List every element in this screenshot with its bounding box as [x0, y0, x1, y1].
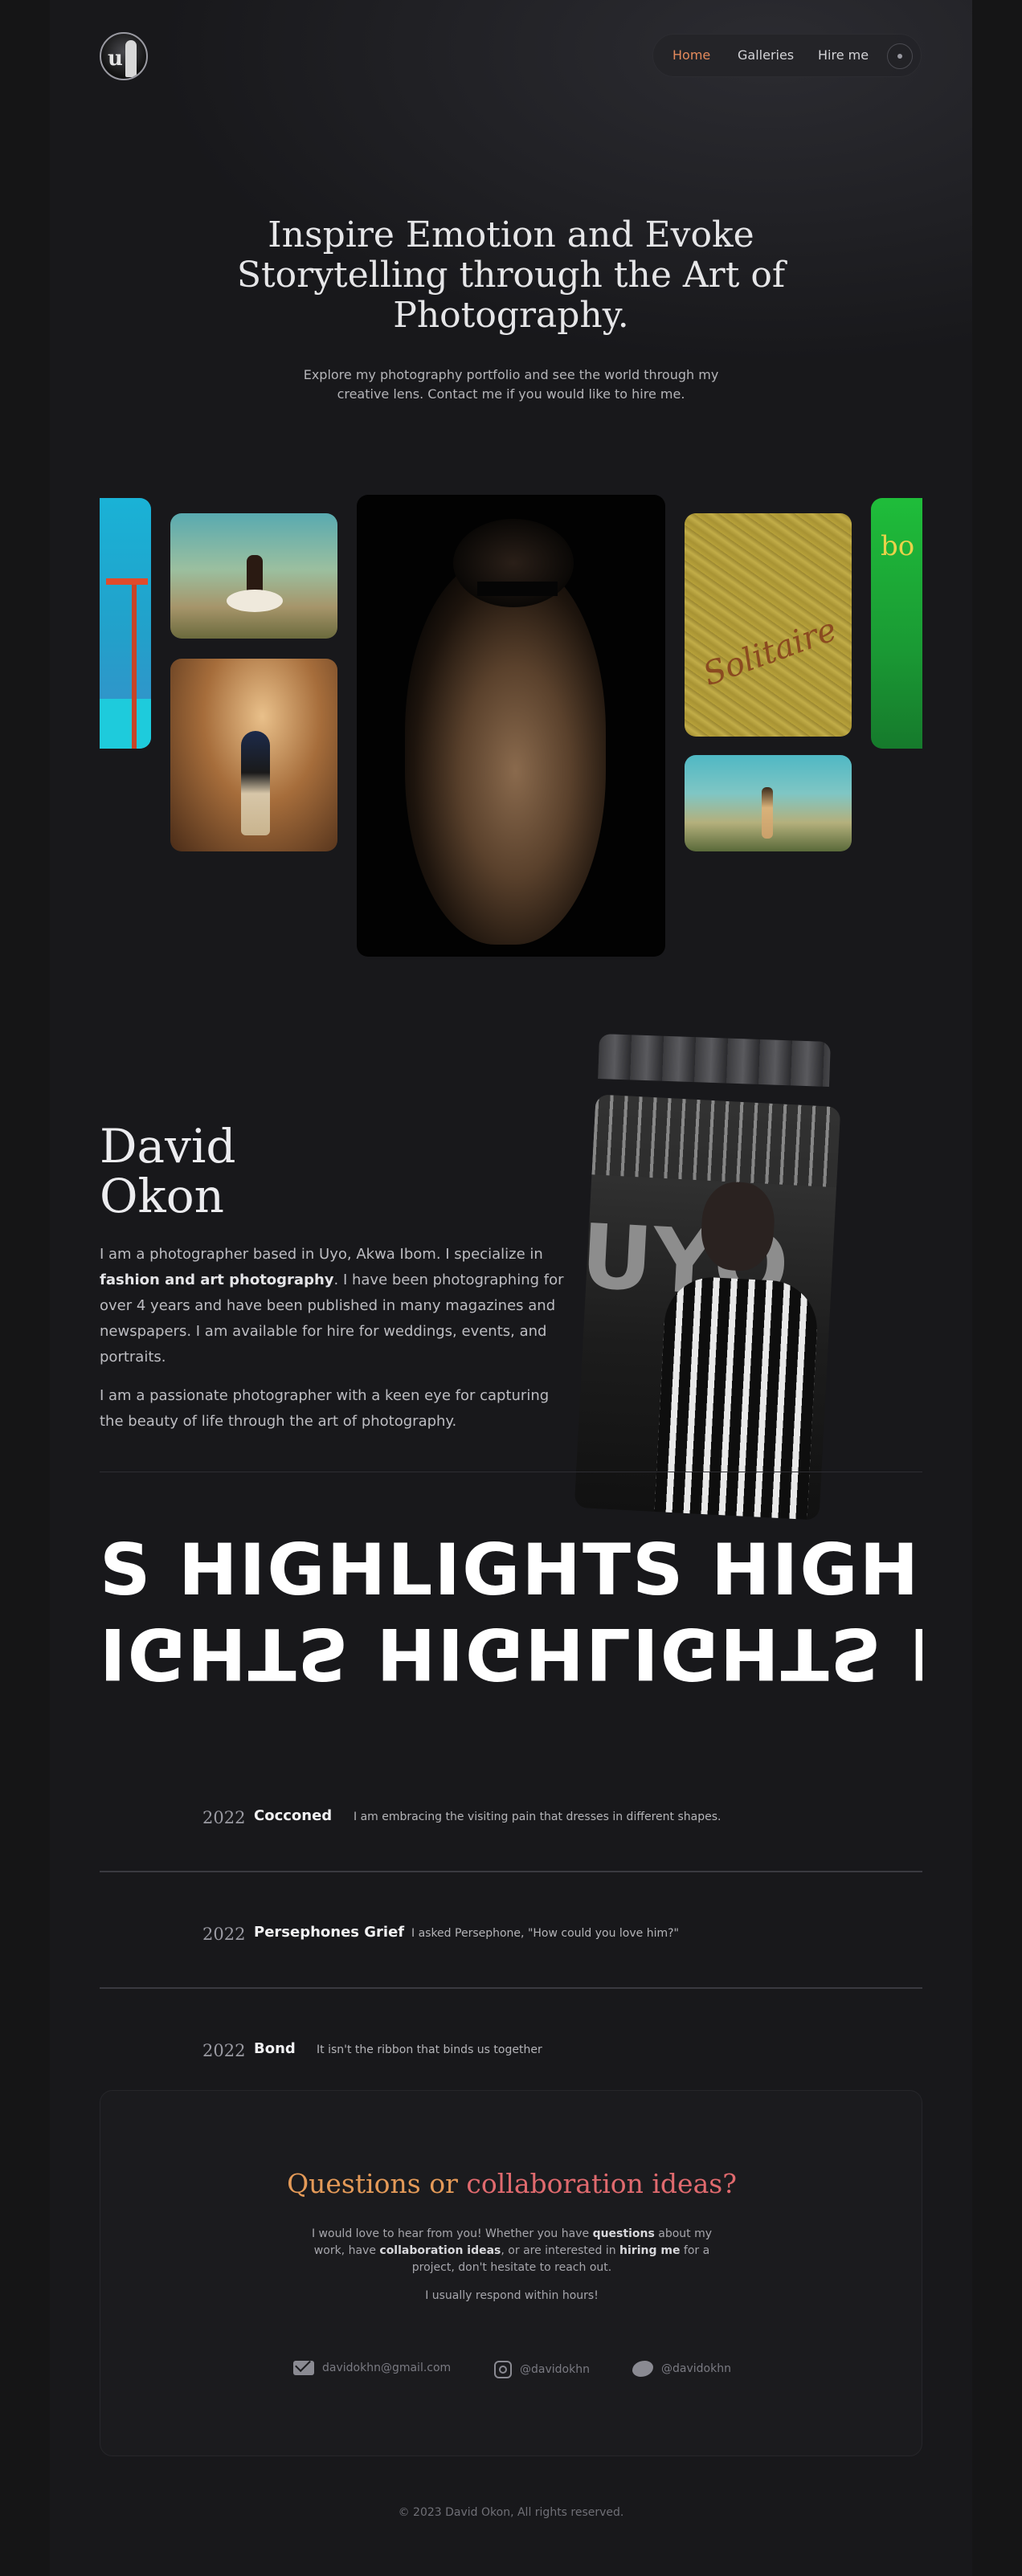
contact-bold: hiring me — [619, 2244, 681, 2257]
mail-icon — [293, 2361, 314, 2375]
photo-green-cover[interactable]: bo — [871, 498, 922, 749]
contact-title-part: Questions or — [287, 2168, 458, 2199]
contact-card: Questions or collaboration ideas? I woul… — [100, 2090, 922, 2456]
blindfold — [477, 582, 558, 596]
twitter-text: @davidokhn — [661, 2362, 731, 2375]
logo-text: u — [108, 47, 123, 71]
last-name: Okon — [100, 1169, 224, 1223]
marquee-text: S HIGHLIGHTS HIGHLIGHTS HIGH — [100, 1529, 922, 1611]
hero-subtitle: Explore my photography portfolio and see… — [286, 365, 736, 404]
logo-figure — [125, 40, 137, 77]
twitter-icon — [632, 2361, 653, 2377]
court — [100, 699, 151, 749]
photo-gold-texture[interactable]: Solitaire — [685, 513, 852, 737]
contact-title: Questions or collaboration ideas? — [100, 2168, 923, 2199]
hero-title-line: Photography. — [393, 295, 629, 336]
marquee-text: IGHTS HIGHLIGHTS HIGHLIGHTS — [100, 1612, 922, 1695]
cover-text: bo — [881, 530, 915, 562]
photographer-portrait: UYO — [574, 1094, 841, 1521]
contact-paragraph: I would love to hear from you! Whether y… — [311, 2226, 713, 2276]
first-name: David — [100, 1119, 236, 1174]
about-paragraph-2: I am a passionate photographer with a ke… — [100, 1387, 550, 1430]
row-title: Bond — [254, 2040, 296, 2057]
row-year: 2022 — [202, 1808, 246, 1827]
nav-galleries[interactable]: Galleries — [738, 47, 794, 63]
contact-bold: questions — [592, 2227, 655, 2240]
timeline-row[interactable]: 2022 Bond It isn't the ribbon that binds… — [100, 1989, 922, 2105]
figure — [762, 787, 773, 839]
row-description: I am embracing the visiting pain that dr… — [354, 1811, 722, 1823]
about-text: I am a photographer based in Uyo, Akwa I… — [100, 1246, 543, 1263]
hoop-pole — [132, 578, 137, 749]
highlights-marquee: S HIGHLIGHTS HIGHLIGHTS HIGH — [100, 1526, 922, 1615]
about-bold: fashion and art photography — [100, 1272, 334, 1288]
about-paragraph-1: I am a photographer based in Uyo, Akwa I… — [100, 1242, 566, 1370]
highlights-marquee-reflection: IGHTS HIGHLIGHTS HIGHLIGHTS — [100, 1609, 922, 1697]
instagram-link[interactable]: @davidokhn — [494, 2361, 590, 2378]
contact-bold: collaboration ideas — [379, 2244, 501, 2257]
figure — [241, 731, 270, 835]
row-year: 2022 — [202, 2041, 246, 2060]
contact-response-note: I usually respond within hours! — [425, 2289, 599, 2302]
email-text: davidokhn@gmail.com — [322, 2362, 452, 2374]
hoop — [106, 578, 148, 585]
contact-text: , or are interested in — [501, 2244, 616, 2257]
signature-text: Solitaire — [698, 610, 842, 694]
hero-title: Inspire Emotion and Evoke Storytelling t… — [190, 215, 832, 336]
nav-bar: Home Galleries Hire me — [652, 34, 922, 77]
timeline-row[interactable]: 2022 Persephones Grief I asked Persephon… — [100, 1872, 922, 1989]
skirt — [227, 590, 283, 612]
row-title: Persephones Grief — [254, 1924, 405, 1941]
contact-title-part: collaboration ideas? — [466, 2168, 737, 2199]
logo-avatar[interactable]: u — [100, 32, 148, 80]
photo-window-room[interactable] — [170, 659, 337, 851]
hero-subtitle-line: Explore my photography portfolio and see… — [303, 367, 719, 382]
sun-icon — [897, 54, 902, 59]
portrait-torso — [654, 1275, 820, 1521]
row-description: I asked Persephone, "How could you love … — [411, 1927, 679, 1940]
portrait-body — [405, 559, 606, 945]
footer-copyright: © 2023 David Okon, All rights reserved. — [398, 2506, 624, 2519]
timeline-row[interactable]: 2022 Cocconed I am embracing the visitin… — [100, 1756, 922, 1872]
nav-hire-me[interactable]: Hire me — [818, 47, 869, 63]
row-description: It isn't the ribbon that binds us togeth… — [317, 2043, 542, 2056]
photo-featured-portrait[interactable] — [357, 495, 665, 957]
row-title: Cocconed — [254, 1807, 333, 1824]
hero-subtitle-line: creative lens. Contact me if you would l… — [337, 386, 685, 402]
row-year: 2022 — [202, 1925, 246, 1944]
about-name: David Okon — [100, 1121, 341, 1221]
backdrop-pattern — [591, 1094, 841, 1188]
photo-field-figure[interactable] — [685, 755, 852, 851]
hero-title-line: Storytelling through the Art of — [236, 255, 786, 296]
contact-text: I would love to hear from you! Whether y… — [311, 2227, 590, 2240]
twitter-link[interactable]: @davidokhn — [632, 2361, 731, 2377]
hero-title-line: Inspire Emotion and Evoke — [268, 214, 754, 255]
photo-beach-figure[interactable] — [170, 513, 337, 639]
nav-home[interactable]: Home — [672, 47, 710, 63]
email-link[interactable]: davidokhn@gmail.com — [293, 2361, 451, 2375]
portrait-back-card — [598, 1033, 831, 1088]
instagram-text: @davidokhn — [520, 2363, 590, 2376]
instagram-icon — [494, 2361, 512, 2378]
photo-basketball-court[interactable] — [100, 498, 151, 749]
theme-toggle-button[interactable] — [887, 43, 913, 69]
